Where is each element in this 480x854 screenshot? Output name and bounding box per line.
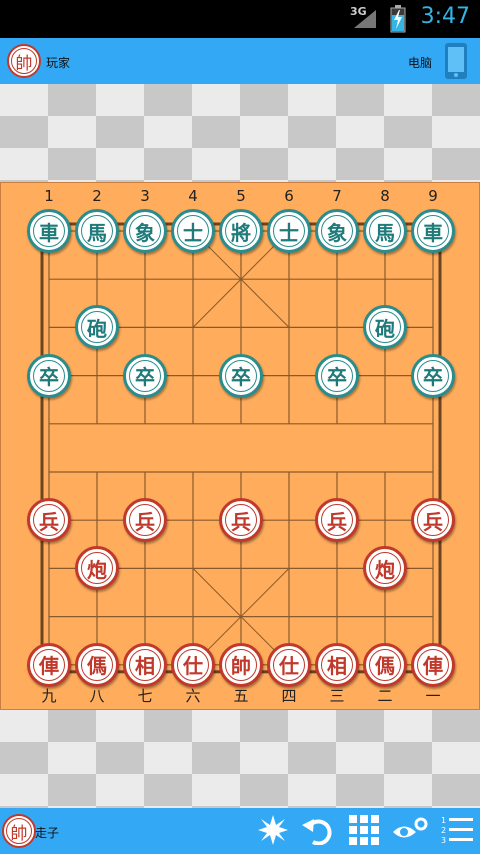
computer-label: 电脑 [408, 56, 433, 70]
file-label-bottom: 五 [233, 687, 249, 705]
red-piece[interactable]: 帥 [219, 642, 263, 687]
black-piece[interactable]: 馬 [363, 209, 407, 253]
file-label-bottom: 七 [137, 687, 153, 705]
status-bar: 3G 3:47 [0, 0, 480, 38]
red-piece[interactable]: 兵 [411, 498, 455, 543]
board-background-top [0, 84, 480, 182]
file-label-top: 8 [380, 187, 390, 205]
file-label-top: 3 [140, 187, 150, 205]
black-piece[interactable]: 車 [411, 209, 455, 253]
file-label-top: 1 [44, 187, 54, 205]
black-piece[interactable]: 士 [267, 209, 311, 253]
chess-board[interactable]: 123456789九八七六五四三二一 車馬象士將士象馬車砲砲卒卒卒卒卒兵兵兵兵兵… [0, 182, 480, 710]
red-piece[interactable]: 兵 [27, 498, 71, 543]
black-piece[interactable]: 卒 [27, 353, 71, 398]
file-label-bottom: 四 [281, 687, 297, 705]
black-piece[interactable]: 象 [123, 209, 167, 253]
black-piece[interactable]: 卒 [219, 353, 263, 398]
file-label-bottom: 九 [41, 687, 57, 705]
clock: 3:47 [420, 4, 470, 29]
file-label-bottom: 三 [329, 687, 345, 705]
red-piece[interactable]: 兵 [123, 498, 167, 543]
red-piece[interactable]: 兵 [315, 498, 359, 543]
file-label-top: 6 [284, 187, 294, 205]
phone-icon[interactable] [443, 42, 469, 80]
burst-icon[interactable] [255, 812, 291, 848]
turn-avatar[interactable]: 帥 [2, 814, 36, 848]
board-grid [40, 222, 442, 674]
file-label-top: 2 [92, 187, 102, 205]
grid-icon[interactable] [346, 812, 382, 848]
file-label-top: 7 [332, 187, 342, 205]
file-label-top: 4 [188, 187, 198, 205]
player-avatar[interactable]: 帥 [7, 44, 41, 78]
top-bar: 帥 玩家 电脑 [0, 38, 480, 84]
black-piece[interactable]: 車 [27, 209, 71, 253]
black-piece[interactable]: 卒 [315, 353, 359, 398]
signal-icon [354, 10, 376, 28]
red-piece[interactable]: 俥 [27, 642, 71, 687]
red-piece[interactable]: 相 [123, 642, 167, 687]
red-piece[interactable]: 兵 [219, 498, 263, 543]
red-piece[interactable]: 相 [315, 642, 359, 687]
red-piece[interactable]: 俥 [411, 642, 455, 687]
file-label-bottom: 一 [425, 687, 441, 705]
file-label-top: 5 [236, 187, 246, 205]
black-piece[interactable]: 馬 [75, 209, 119, 253]
file-label-bottom: 八 [89, 687, 105, 705]
svg-text:3: 3 [441, 836, 446, 845]
black-piece[interactable]: 士 [171, 209, 215, 253]
red-piece[interactable]: 傌 [75, 642, 119, 687]
player-label: 玩家 [46, 56, 71, 70]
turn-label: 走子 [35, 826, 60, 840]
black-piece[interactable]: 將 [219, 209, 263, 253]
menu-list-icon[interactable]: 1 2 3 [440, 812, 476, 848]
svg-text:1: 1 [441, 816, 446, 825]
black-piece[interactable]: 卒 [123, 353, 167, 398]
black-piece[interactable]: 卒 [411, 353, 455, 398]
red-piece[interactable]: 仕 [171, 642, 215, 687]
undo-icon[interactable] [300, 812, 336, 848]
board-background-bottom [0, 710, 480, 808]
file-label-bottom: 二 [377, 687, 393, 705]
file-label-bottom: 六 [185, 687, 201, 705]
view-settings-icon[interactable] [392, 812, 428, 848]
red-piece[interactable]: 仕 [267, 642, 311, 687]
battery-icon [390, 5, 406, 33]
svg-text:2: 2 [441, 826, 446, 835]
black-piece[interactable]: 象 [315, 209, 359, 253]
file-label-top: 9 [428, 187, 438, 205]
red-piece[interactable]: 傌 [363, 642, 407, 687]
